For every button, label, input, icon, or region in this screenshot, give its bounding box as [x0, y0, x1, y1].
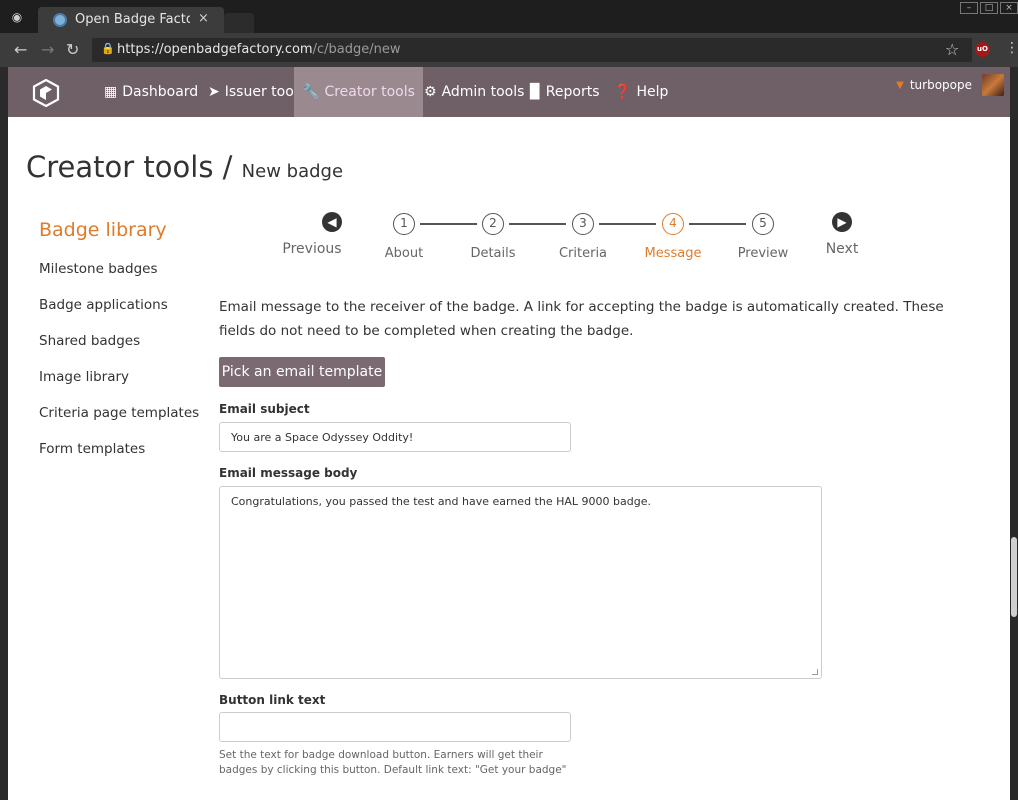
chevron-down-icon: ▼ — [896, 79, 904, 91]
step-4-circle[interactable]: 4 — [662, 213, 684, 235]
email-body-label: Email message body — [219, 466, 358, 480]
nav-reports-label: Reports — [545, 84, 600, 100]
browser-menu-icon[interactable]: ⋮ — [1005, 40, 1018, 56]
gear-icon: ⚙ — [424, 84, 437, 100]
nav-creator-tools-label: Creator tools — [324, 84, 415, 100]
reload-icon[interactable]: ↻ — [66, 40, 79, 60]
button-link-text-field[interactable] — [219, 712, 571, 742]
nav-dashboard[interactable]: ▦ Dashboard — [98, 67, 204, 117]
url-field[interactable]: 🔒 https://openbadgefactory.com/c/badge/n… — [92, 38, 972, 62]
previous-arrow-icon[interactable]: ◀ — [322, 212, 342, 232]
bookmark-star-icon[interactable]: ☆ — [945, 40, 959, 59]
step-3-circle[interactable]: 3 — [572, 213, 594, 235]
url-host: https://openbadgefactory.com — [117, 42, 313, 57]
sidebar-item-form-templates[interactable]: Form templates — [39, 441, 145, 457]
resize-handle-icon[interactable] — [812, 669, 818, 675]
nav-admin-tools-label: Admin tools — [441, 84, 525, 100]
step-1-circle[interactable]: 1 — [393, 213, 415, 235]
bar-chart-icon: ▉ — [530, 84, 541, 100]
lock-icon: 🔒 — [101, 42, 115, 55]
window-controls: – □ × — [960, 2, 1018, 14]
step-connector — [689, 223, 746, 225]
step-5-circle[interactable]: 5 — [752, 213, 774, 235]
sidebar-item-milestone-badges[interactable]: Milestone badges — [39, 261, 158, 277]
email-subject-field[interactable]: You are a Space Odyssey Oddity! — [219, 422, 571, 452]
previous-button[interactable]: Previous — [272, 241, 352, 257]
title-separator: / — [213, 150, 242, 184]
pick-email-template-button[interactable]: Pick an email template — [219, 357, 385, 387]
new-tab-button[interactable] — [224, 13, 254, 33]
username: turbopope — [909, 78, 972, 92]
message-intro-text: Email message to the receiver of the bad… — [219, 299, 944, 339]
window-left-edge — [0, 67, 8, 800]
open-badge-factory-logo-icon[interactable] — [32, 79, 60, 107]
user-menu[interactable]: ▼ turbopope — [896, 78, 972, 92]
paper-plane-icon: ➤ — [208, 84, 220, 100]
next-arrow-icon[interactable]: ▶ — [832, 212, 852, 232]
wrench-icon: 🔧 — [302, 84, 320, 100]
incognito-icon: ◉ — [11, 10, 23, 24]
nav-issuer-tools-label: Issuer tools — [224, 84, 305, 100]
step-label-message[interactable]: Message — [633, 246, 713, 261]
next-button[interactable]: Next — [802, 241, 882, 257]
question-circle-icon: ❓ — [614, 84, 632, 100]
page-scrollbar[interactable] — [1010, 67, 1018, 800]
url-text: https://openbadgefactory.com/c/badge/new — [117, 42, 400, 57]
step-label-criteria[interactable]: Criteria — [543, 246, 623, 261]
page-title: Creator tools / New badge — [26, 150, 343, 184]
sidebar-item-badge-applications[interactable]: Badge applications — [39, 297, 168, 313]
favicon-icon — [53, 13, 67, 27]
nav-help[interactable]: ❓ Help — [608, 67, 674, 117]
step-label-about[interactable]: About — [364, 246, 444, 261]
email-subject-label: Email subject — [219, 402, 310, 416]
browser-tab[interactable]: Open Badge Factory × — [38, 7, 224, 33]
step-connector — [599, 223, 656, 225]
step-connector — [420, 223, 477, 225]
site-navbar: ▦ Dashboard ➤ Issuer tools 🔧 Creator too… — [8, 67, 1010, 117]
avatar[interactable] — [982, 74, 1004, 96]
tab-close-icon[interactable]: × — [198, 11, 209, 26]
back-arrow-icon[interactable]: ← — [14, 40, 27, 60]
window-close-icon[interactable]: × — [1000, 2, 1018, 14]
email-body-textarea[interactable]: Congratulations, you passed the test and… — [219, 486, 822, 679]
step-2-circle[interactable]: 2 — [482, 213, 504, 235]
email-body-text: Congratulations, you passed the test and… — [231, 495, 651, 508]
step-label-details[interactable]: Details — [453, 246, 533, 261]
url-path: /c/badge/new — [312, 42, 401, 57]
tab-title: Open Badge Factory — [75, 12, 190, 27]
scrollbar-thumb[interactable] — [1011, 537, 1017, 617]
minimize-icon[interactable]: – — [960, 2, 978, 14]
nav-dashboard-label: Dashboard — [122, 84, 199, 100]
button-link-help-text: Set the text for badge download button. … — [219, 749, 567, 776]
nav-reports[interactable]: ▉ Reports — [524, 67, 605, 117]
forward-arrow-icon[interactable]: → — [41, 40, 54, 60]
nav-help-label: Help — [636, 84, 669, 100]
sidebar-item-shared-badges[interactable]: Shared badges — [39, 333, 140, 349]
grid-icon: ▦ — [104, 84, 118, 100]
page-title-main: Creator tools — [26, 150, 214, 184]
sidebar-item-image-library[interactable]: Image library — [39, 369, 129, 385]
step-label-preview[interactable]: Preview — [723, 246, 803, 261]
address-bar: ← → ↻ 🔒 https://openbadgefactory.com/c/b… — [0, 33, 1018, 67]
button-link-text-label: Button link text — [219, 693, 326, 707]
browser-tab-bar: ◉ Open Badge Factory × – □ × — [0, 0, 1018, 33]
sidebar-heading-badge-library[interactable]: Badge library — [39, 219, 167, 241]
nav-admin-tools[interactable]: ⚙ Admin tools — [418, 67, 530, 117]
page-subtitle: New badge — [241, 161, 344, 182]
ublock-extension-icon[interactable]: uO — [975, 42, 990, 57]
sidebar-item-criteria-page-templates[interactable]: Criteria page templates — [39, 405, 199, 421]
nav-creator-tools[interactable]: 🔧 Creator tools — [294, 67, 423, 117]
maximize-icon[interactable]: □ — [980, 2, 998, 14]
step-connector — [509, 223, 566, 225]
